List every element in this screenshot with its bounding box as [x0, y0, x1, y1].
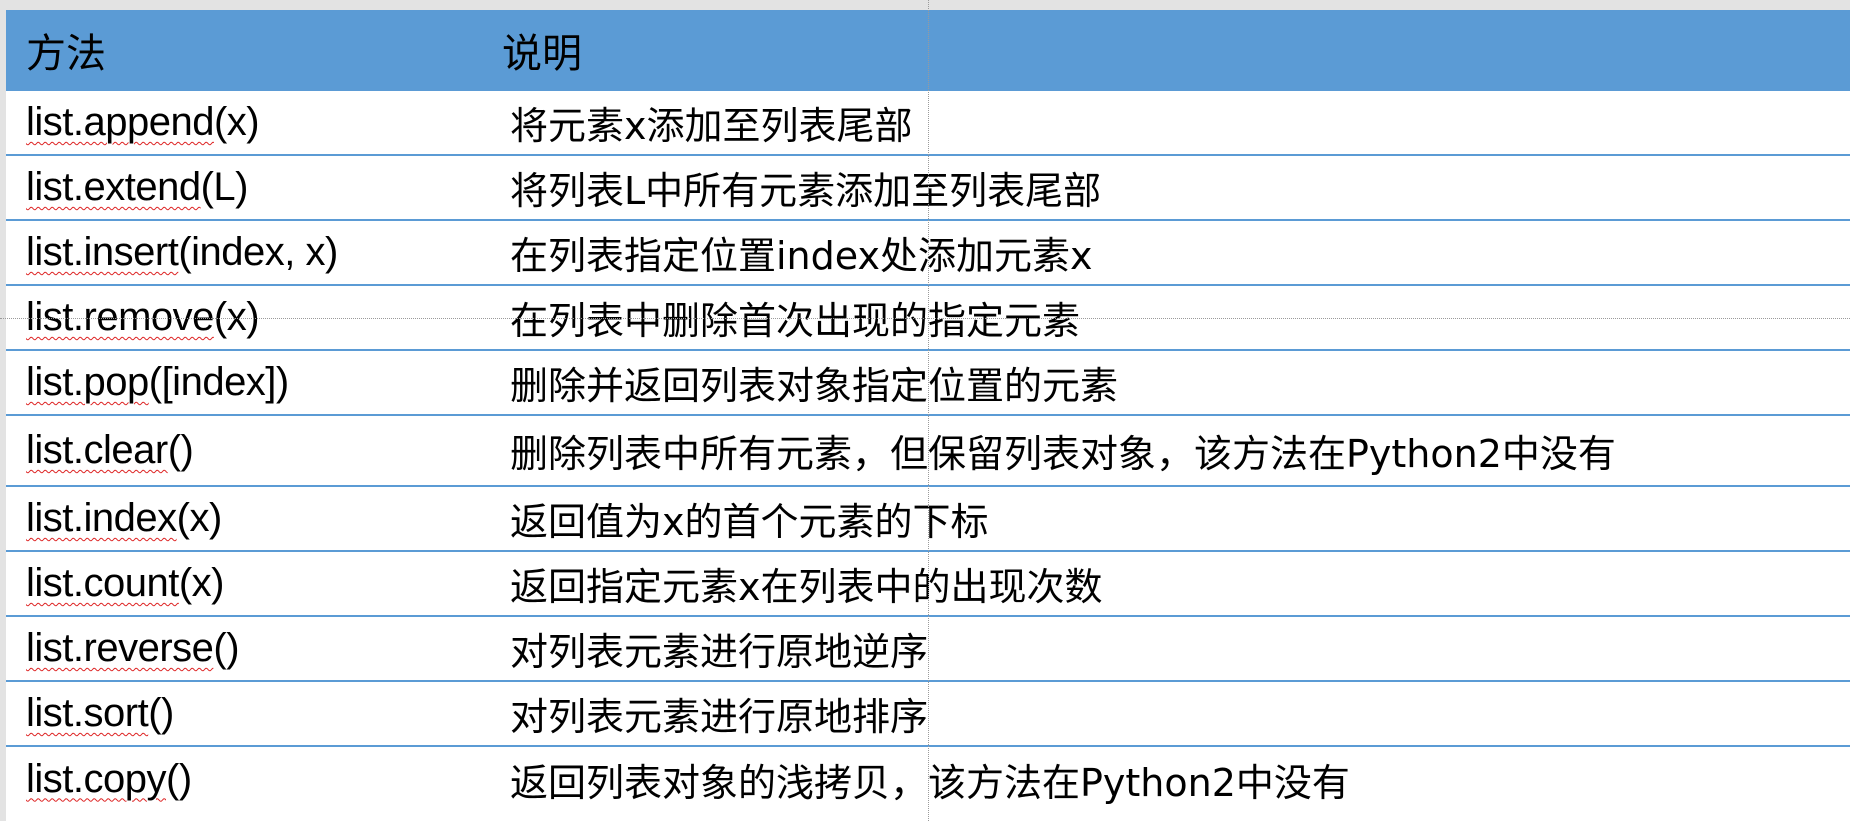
- description-cell: 在列表中删除首次出现的指定元素: [510, 299, 1081, 343]
- method-args: ([index]): [148, 360, 290, 404]
- table-row: list.sort() 对列表元素进行原地排序: [6, 681, 1850, 746]
- method-name: list.remove: [26, 295, 214, 339]
- method-cell: list.clear(): [6, 415, 482, 486]
- method-cell: list.remove(x): [6, 285, 482, 350]
- slide-canvas: 方法 说明 list.append(x) 将元素x添加至列表尾部 list.exte…: [0, 0, 1850, 821]
- table-row: list.remove(x) 在列表中删除首次出现的指定元素: [6, 285, 1850, 350]
- method-cell: list.pop([index]): [6, 350, 482, 415]
- method-name: list.append: [26, 100, 214, 144]
- table-body: list.append(x) 将元素x添加至列表尾部 list.extend(L) 将…: [6, 90, 1850, 811]
- header-row: 方法 说明: [6, 10, 1850, 90]
- method-args: (index, x): [178, 230, 338, 274]
- table-row: list.clear() 删除列表中所有元素，但保留列表对象，该方法在Python…: [6, 415, 1850, 486]
- description-cell: 返回列表对象的浅拷贝，该方法在Python2中没有: [510, 760, 1350, 805]
- header-description: 说明: [502, 30, 582, 77]
- method-args: (L): [200, 165, 249, 209]
- method-cell: list.count(x): [6, 551, 482, 616]
- table-row: list.pop([index]) 删除并返回列表对象指定位置的元素: [6, 350, 1850, 415]
- description-cell: 返回值为x的首个元素的下标: [510, 500, 989, 544]
- method-name: list.reverse: [26, 626, 214, 670]
- method-name: list.pop: [26, 360, 149, 404]
- method-cell: list.index(x): [6, 486, 482, 551]
- method-cell: list.append(x): [6, 90, 482, 155]
- method-args: (): [167, 428, 194, 472]
- method-name: list.sort: [26, 691, 149, 735]
- method-cell: list.copy(): [6, 746, 482, 811]
- method-args: (): [166, 756, 192, 801]
- method-args: (): [213, 626, 240, 670]
- method-cell: list.extend(L): [6, 155, 482, 220]
- table-row: list.copy() 返回列表对象的浅拷贝，该方法在Python2中没有: [6, 746, 1850, 811]
- method-args: (): [148, 691, 174, 735]
- table-row: list.count(x) 返回指定元素x在列表中的出现次数: [6, 551, 1850, 616]
- table-row: list.reverse() 对列表元素进行原地逆序: [6, 616, 1850, 681]
- method-name: list.copy: [26, 756, 167, 801]
- method-args: (x): [213, 295, 260, 339]
- description-cell: 对列表元素进行原地排序: [510, 695, 929, 739]
- method-cell: list.sort(): [6, 681, 482, 746]
- method-args: (x): [178, 561, 225, 605]
- method-name: list.count: [26, 561, 179, 605]
- description-cell: 对列表元素进行原地逆序: [510, 630, 929, 674]
- list-methods-table-container: 方法 说明 list.append(x) 将元素x添加至列表尾部 list.exte…: [6, 10, 1850, 821]
- description-cell: 返回指定元素x在列表中的出现次数: [510, 565, 1103, 609]
- table-row: list.insert(index, x) 在列表指定位置index处添加元素x: [6, 220, 1850, 285]
- method-cell: list.insert(index, x): [6, 220, 482, 285]
- description-cell: 在列表指定位置index处添加元素x: [510, 234, 1093, 278]
- method-name: list.index: [26, 496, 177, 540]
- description-cell: 删除并返回列表对象指定位置的元素: [510, 364, 1119, 408]
- method-args: (x): [213, 100, 260, 144]
- table-header: 方法 说明: [6, 10, 1850, 90]
- description-cell: 删除列表中所有元素，但保留列表对象，该方法在Python2中没有: [510, 432, 1616, 476]
- method-args: (x): [176, 496, 223, 540]
- table-row: list.extend(L) 将列表L中所有元素添加至列表尾部: [6, 155, 1850, 220]
- method-cell: list.reverse(): [6, 616, 482, 681]
- table-row: list.append(x) 将元素x添加至列表尾部: [6, 90, 1850, 155]
- description-cell: 将元素x添加至列表尾部: [510, 104, 913, 148]
- method-name: list.clear: [26, 428, 168, 472]
- method-name: list.insert: [26, 230, 179, 274]
- table-row: list.index(x) 返回值为x的首个元素的下标: [6, 486, 1850, 551]
- header-method: 方法: [26, 30, 106, 77]
- list-methods-table: 方法 说明 list.append(x) 将元素x添加至列表尾部 list.exte…: [6, 10, 1850, 811]
- method-name: list.extend: [26, 165, 201, 209]
- description-cell: 将列表L中所有元素添加至列表尾部: [510, 169, 1102, 213]
